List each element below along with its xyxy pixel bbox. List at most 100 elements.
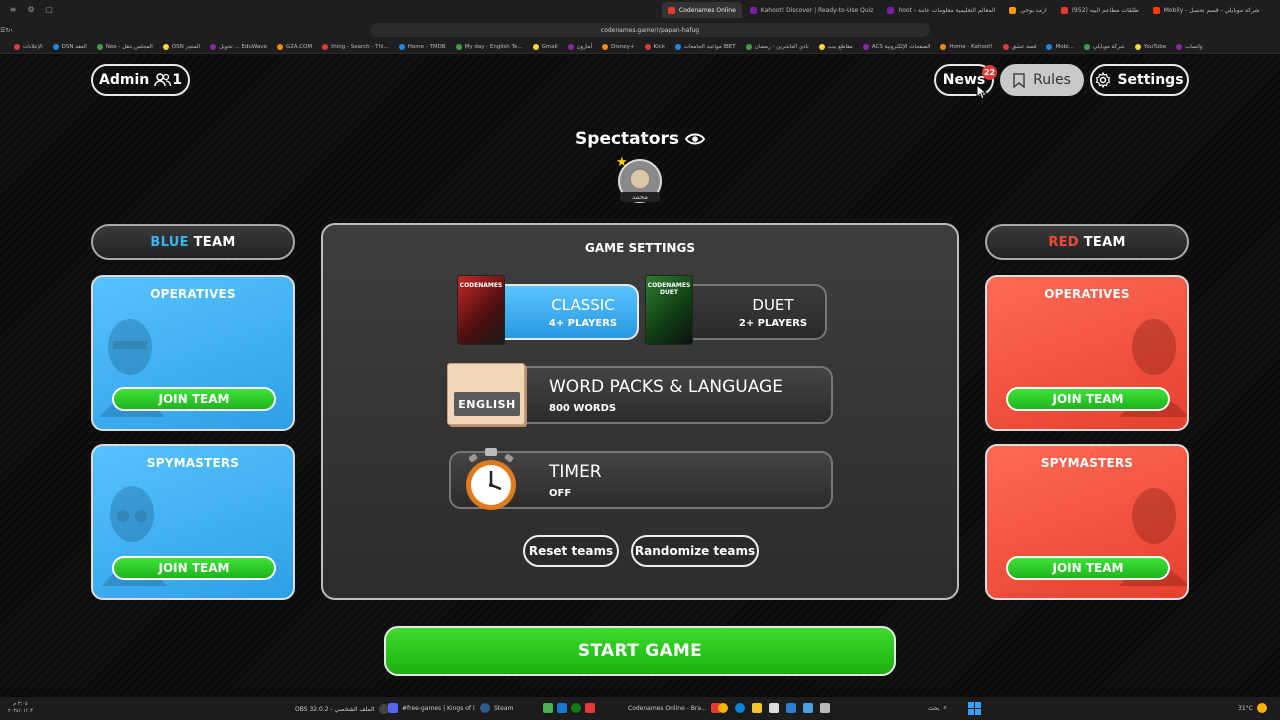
bookmark-favicon — [322, 43, 329, 50]
bookmark-favicon — [674, 43, 681, 50]
red-spymasters-join-button[interactable]: JOIN TEAM — [1006, 556, 1170, 580]
spectator-name: محمد — [620, 192, 660, 202]
bookmark-favicon — [862, 43, 869, 50]
app-icon[interactable] — [557, 703, 567, 713]
bookmark-item[interactable]: قصة عشق — [1002, 43, 1036, 50]
bookmark-item[interactable]: واتساب — [1176, 43, 1203, 50]
bookmark-item[interactable]: Neo - المجلس تنقل — [96, 43, 153, 50]
file-explorer-icon[interactable] — [752, 703, 762, 713]
bookmark-favicon — [940, 43, 947, 50]
settings-button[interactable]: Settings — [1090, 64, 1189, 96]
store-icon[interactable] — [769, 703, 779, 713]
address-bar[interactable]: codenames.game/r/papan-hafug — [370, 23, 930, 37]
bookmark-item[interactable]: مواعيد الجامعات IBET — [674, 43, 736, 50]
bookmark-label: YouTube — [1143, 43, 1167, 50]
bookmark-item[interactable]: thing - Search - Thi... — [322, 43, 389, 50]
bookmark-favicon — [602, 43, 609, 50]
bookmark-item[interactable]: مقاطع بيت — [818, 43, 853, 50]
bookmark-item[interactable]: YouTube — [1134, 43, 1167, 50]
bookmark-item[interactable]: OSN المتجر — [162, 43, 200, 50]
blue-spymasters-join-button[interactable]: JOIN TEAM — [112, 556, 276, 580]
app-icon[interactable] — [803, 703, 813, 713]
xbox-icon[interactable] — [571, 703, 581, 713]
bookmark-item[interactable]: Kick — [644, 43, 665, 50]
settings-label: Settings — [1117, 72, 1184, 88]
tab-label: Codenames Online — [679, 6, 736, 14]
bookmark-item[interactable]: G2A.COM — [277, 43, 312, 50]
taskbar-search[interactable]: بحث ⌕ — [928, 704, 947, 712]
taskbar-codenames-window[interactable]: Codenames Online - Bra... — [628, 703, 721, 713]
bookmarks-bar: الإعلانات DSN العقد Neo - المجلس تنقل OSN ا… — [0, 40, 1280, 54]
back-icon[interactable]: ‹ — [10, 27, 12, 34]
tab-kahoot-quiz[interactable]: hoot - المعالم التعليمية معلومات عامة — [881, 2, 1001, 18]
bookmark-icon — [1013, 72, 1025, 88]
blue-operatives-join-button[interactable]: JOIN TEAM — [112, 387, 276, 411]
windows-start-icon[interactable] — [968, 702, 981, 715]
operatives-label: OPERATIVES — [1044, 287, 1130, 301]
bookmark-label: Kick — [653, 43, 665, 50]
spectators-title: Spectators — [575, 129, 679, 149]
bookmark-item[interactable]: Gmail — [532, 43, 558, 50]
bookmark-item[interactable]: الإعلانات — [14, 43, 43, 50]
bookmark-favicon — [1002, 43, 1009, 50]
nvidia-icon[interactable] — [543, 703, 553, 713]
tab-kahoot-discover[interactable]: Kahoot! Discover | Ready-to-Use Quiz — [744, 2, 880, 18]
bookmark-item[interactable]: Disney+ — [602, 43, 635, 50]
admin-button[interactable]: Admin 1 — [91, 64, 190, 96]
bookmark-item[interactable]: Home - Kahoot! — [940, 43, 993, 50]
reset-teams-button[interactable]: Reset teams — [523, 535, 619, 567]
spymasters-label: SPYMASTERS — [1040, 456, 1134, 470]
bookmark-favicon — [745, 43, 752, 50]
taskbar-obs[interactable]: OBS 32.0.2 - الملف الشخصي — [295, 704, 389, 714]
blue-spymasters-card: SPYMASTERS JOIN TEAM — [91, 444, 295, 600]
clock[interactable]: ٣:٠٥ م ٢٠٢٤/٠١/٠٣ — [8, 701, 33, 715]
edge-icon[interactable] — [735, 703, 745, 713]
taskbar-discord-channel[interactable]: #free-games | Kings of l — [388, 703, 475, 713]
bookmark-item[interactable]: شركة موبايلي — [1083, 43, 1125, 50]
word-icon[interactable] — [786, 703, 796, 713]
bookmark-item[interactable]: My day - English Te... — [455, 43, 523, 50]
bookmark-item[interactable]: Mobi... — [1046, 43, 1074, 50]
bookmark-label: Neo - المجلس تنقل — [105, 43, 153, 50]
bookmark-item[interactable]: تحويل ... EduWave — [210, 43, 267, 50]
bookmark-label: أمازون — [576, 43, 593, 50]
randomize-teams-button[interactable]: Randomize teams — [631, 535, 759, 567]
search-label: بحث — [928, 704, 940, 712]
window-menu-icon[interactable]: ≡ — [8, 5, 18, 15]
taskbar-item-label: OBS 32.0.2 - الملف الشخصي — [295, 705, 375, 713]
rules-button[interactable]: Rules — [1000, 64, 1084, 96]
red-spymasters-card: SPYMASTERS JOIN TEAM — [985, 444, 1189, 600]
bookmark-label: واتساب — [1185, 43, 1203, 50]
tab-label: hoot - المعالم التعليمية معلومات عامة — [898, 6, 996, 14]
weather-sun-icon — [1256, 703, 1267, 713]
bookmark-item[interactable]: Home - TMDB — [398, 43, 446, 50]
duet-name: DUET — [752, 296, 794, 314]
bookmark-item[interactable]: أمازون — [567, 43, 593, 50]
bookmark-item[interactable]: ACS الصفحات الإلكترونية — [862, 43, 930, 50]
taskbar-item-label: #free-games | Kings of l — [402, 704, 475, 712]
chrome-icon[interactable] — [718, 703, 728, 713]
tab-ramadan[interactable]: ارمد بوجي — [1003, 2, 1052, 18]
clock-time: ٣:٠٥ م — [13, 701, 28, 707]
tab-mobily[interactable]: Mobily - شركة موبايلي - قسم تحصل — [1147, 2, 1266, 18]
bookmark-label: thing - Search - Thi... — [331, 43, 389, 50]
game-settings-panel: GAME SETTINGS CLASSIC 4+ PLAYERS CODENAM… — [321, 223, 959, 600]
bookmark-label: DSN العقد — [61, 43, 87, 50]
app-icon[interactable] — [820, 703, 830, 713]
tab-restaurants[interactable]: (952) طلقات مطاعم البيه — [1055, 2, 1145, 18]
browser-settings-icon[interactable]: ⚙ — [26, 5, 36, 15]
bookmark-item[interactable]: DSN العقد — [52, 43, 87, 50]
tab-actions-icon[interactable]: ▢ — [44, 5, 54, 15]
red-operatives-join-button[interactable]: JOIN TEAM — [1006, 387, 1170, 411]
bookmark-item[interactable]: نادي العاشرين - رمضان — [745, 43, 809, 50]
taskbar-steam[interactable]: Steam — [480, 703, 513, 713]
taskbar-item-label: Steam — [494, 704, 514, 712]
language-label: ENGLISH — [454, 392, 520, 416]
bookmark-label: Home - Kahoot! — [949, 43, 993, 50]
weather-widget[interactable]: 31°C — [1238, 703, 1267, 713]
tab-codenames[interactable]: Codenames Online — [662, 2, 742, 18]
bookmark-favicon — [567, 43, 574, 50]
app-icon[interactable] — [585, 703, 595, 713]
start-game-button[interactable]: START GAME — [384, 626, 896, 676]
team-word: TEAM — [1083, 234, 1126, 250]
